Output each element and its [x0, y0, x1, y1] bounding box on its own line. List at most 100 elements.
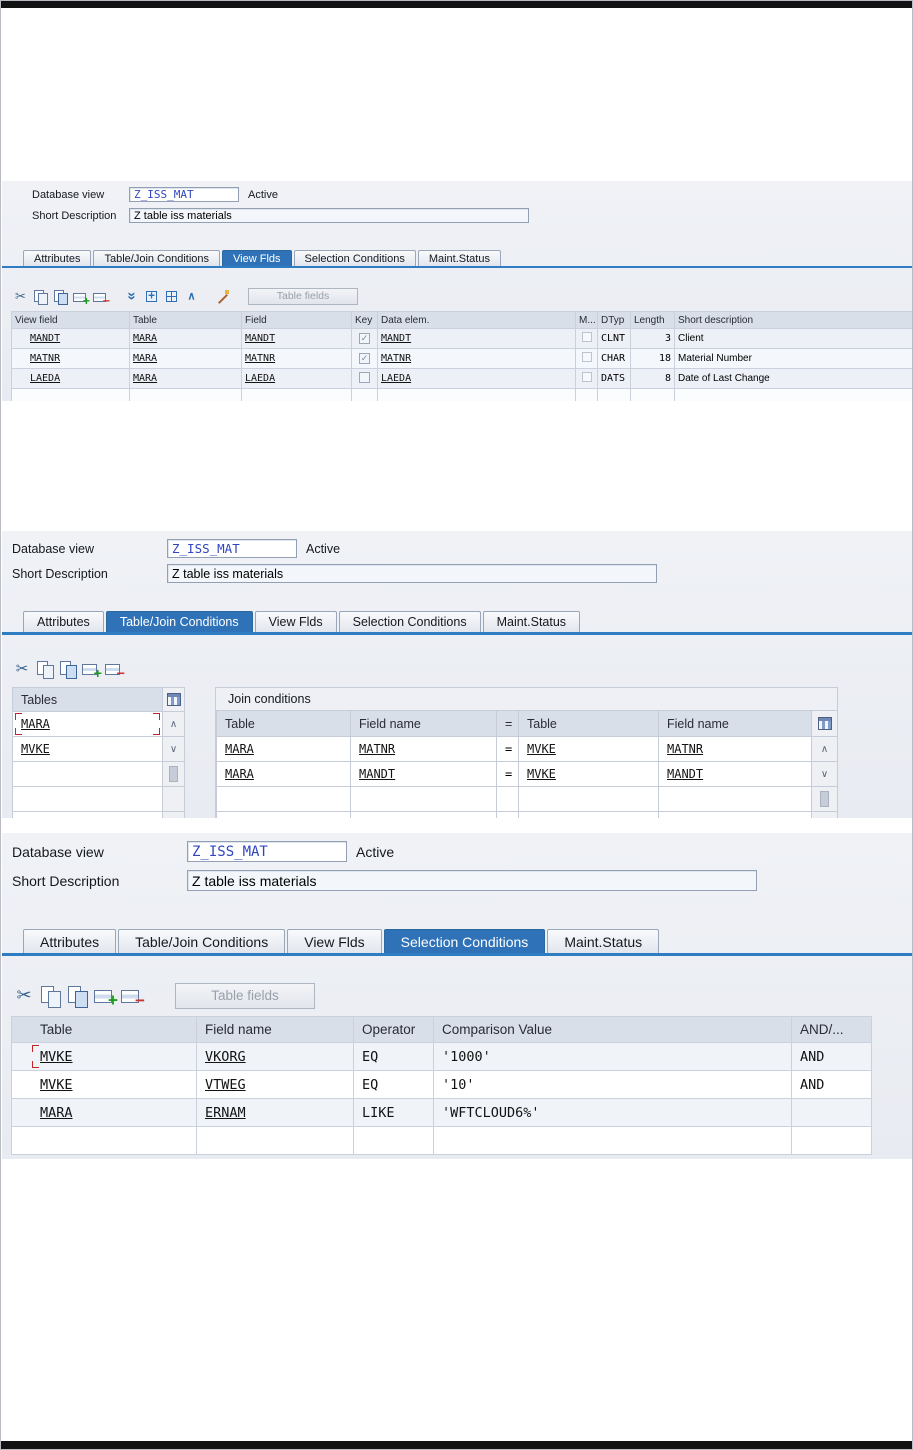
insert-row-icon[interactable]	[72, 289, 90, 308]
empty-join-cell[interactable]	[519, 812, 659, 818]
table-link[interactable]: MVKE	[527, 742, 556, 756]
table-link[interactable]: MVKE	[527, 767, 556, 781]
scrollbar-thumb[interactable]	[163, 762, 185, 787]
table-row[interactable]: LAEDA MARA LAEDA LAEDA DATS 8 Date of La…	[11, 368, 912, 389]
empty-table-row[interactable]	[11, 388, 912, 401]
comparison-value-cell[interactable]: 'WFTCLOUD6%'	[442, 1105, 540, 1121]
short-description-input[interactable]: Z table iss materials	[167, 564, 657, 583]
cut-icon[interactable]	[12, 660, 32, 679]
table-row[interactable]: MARA ERNAM LIKE 'WFTCLOUD6%'	[11, 1098, 872, 1127]
field-link[interactable]: MATNR	[359, 742, 395, 756]
database-view-input[interactable]: Z_ISS_MAT	[187, 841, 347, 862]
tab-attributes[interactable]: Attributes	[23, 250, 92, 266]
field-link[interactable]: MANDT	[245, 333, 275, 344]
table-fields-button[interactable]: Table fields	[175, 983, 315, 1009]
copy-icon[interactable]	[32, 289, 49, 306]
table-link[interactable]: MARA	[21, 717, 50, 731]
tab-view-flds[interactable]: View Flds	[222, 250, 292, 266]
tab-maint-status[interactable]: Maint.Status	[417, 250, 501, 266]
field-link[interactable]: VKORG	[205, 1049, 246, 1065]
table-layout-icon[interactable]	[163, 688, 185, 712]
scrollbar-thumb[interactable]	[812, 787, 838, 812]
key-checkbox[interactable]: ✓	[359, 353, 370, 364]
empty-join-cell[interactable]	[351, 812, 497, 818]
field-link[interactable]: MATNR	[667, 742, 703, 756]
empty-join-cell[interactable]	[217, 787, 351, 812]
tab-selection-conditions[interactable]: Selection Conditions	[383, 929, 546, 953]
paste-icon[interactable]	[66, 985, 90, 1008]
operator-cell[interactable]: EQ	[362, 1077, 378, 1093]
short-description-input[interactable]: Z table iss materials	[129, 208, 529, 223]
field-link[interactable]: MANDT	[667, 767, 703, 781]
tab-attributes[interactable]: Attributes	[23, 611, 104, 632]
key-checkbox[interactable]: ✓	[359, 333, 370, 344]
insert-row-icon[interactable]	[93, 985, 118, 1011]
move-up-icon[interactable]	[183, 289, 200, 305]
database-view-input[interactable]: Z_ISS_MAT	[129, 187, 239, 202]
field-link[interactable]: MANDT	[359, 767, 395, 781]
database-view-input[interactable]: Z_ISS_MAT	[167, 539, 297, 558]
data-elem-link[interactable]: LAEDA	[381, 373, 411, 384]
tab-view-flds[interactable]: View Flds	[254, 611, 337, 632]
and-or-cell[interactable]: AND	[800, 1077, 824, 1093]
scrollbar-track[interactable]	[163, 812, 185, 818]
view-field-link[interactable]: LAEDA	[30, 373, 60, 384]
join-cell[interactable]: MVKE	[519, 762, 659, 787]
join-cell[interactable]: MVKE	[519, 737, 659, 762]
scroll-up-button[interactable]: ∧	[812, 737, 838, 762]
scrollbar-track[interactable]	[812, 812, 838, 818]
paste-icon[interactable]	[58, 660, 78, 679]
empty-join-cell[interactable]	[217, 812, 351, 818]
tab-table-join-conditions[interactable]: Table/Join Conditions	[93, 250, 221, 266]
insert-row-icon[interactable]	[81, 660, 102, 682]
field-link[interactable]: VTWEG	[205, 1077, 246, 1093]
scroll-down-button[interactable]: ∨	[163, 737, 185, 762]
tab-attributes[interactable]: Attributes	[23, 929, 117, 953]
tab-maint-status[interactable]: Maint.Status	[482, 611, 581, 632]
comparison-value-cell[interactable]: '1000'	[442, 1049, 491, 1065]
scroll-down-button[interactable]: ∨	[812, 762, 838, 787]
table-link[interactable]: MARA	[133, 373, 157, 384]
paste-icon[interactable]	[52, 289, 69, 306]
table-link[interactable]: MVKE	[21, 742, 50, 756]
table-fields-button[interactable]: Table fields	[248, 288, 358, 305]
table-row[interactable]: MVKE VKORG EQ '1000' AND	[11, 1042, 872, 1071]
operator-cell[interactable]: LIKE	[362, 1105, 395, 1121]
empty-join-cell[interactable]	[659, 787, 812, 812]
join-cell[interactable]: MANDT	[659, 762, 812, 787]
mod-checkbox[interactable]	[581, 332, 592, 342]
empty-table-row[interactable]	[11, 1126, 872, 1155]
empty-tables-row[interactable]	[13, 762, 163, 787]
empty-join-cell[interactable]	[519, 787, 659, 812]
scroll-up-button[interactable]: ∧	[163, 712, 185, 737]
filter-icon[interactable]	[123, 289, 140, 305]
join-cell[interactable]: MARA	[217, 737, 351, 762]
field-link[interactable]: ERNAM	[205, 1105, 246, 1121]
join-cell[interactable]: MANDT	[351, 762, 497, 787]
delete-row-icon[interactable]	[120, 985, 145, 1011]
tab-maint-status[interactable]: Maint.Status	[547, 929, 660, 953]
empty-tables-row[interactable]	[13, 787, 163, 812]
operator-cell[interactable]: EQ	[362, 1049, 378, 1065]
tab-selection-conditions[interactable]: Selection Conditions	[338, 611, 481, 632]
delete-row-icon[interactable]	[104, 660, 125, 682]
join-cell[interactable]: MARA	[217, 762, 351, 787]
view-field-link[interactable]: MANDT	[30, 333, 60, 344]
short-description-input[interactable]: Z table iss materials	[187, 870, 757, 891]
tab-view-flds[interactable]: View Flds	[287, 929, 382, 953]
copy-icon[interactable]	[39, 985, 63, 1008]
empty-tables-row[interactable]	[13, 812, 163, 818]
cut-icon[interactable]	[12, 289, 29, 305]
field-link[interactable]: LAEDA	[245, 373, 275, 384]
mod-checkbox[interactable]	[581, 352, 592, 362]
table-layout-icon[interactable]	[812, 711, 838, 737]
delete-row-icon[interactable]	[92, 289, 110, 308]
cut-icon[interactable]	[12, 985, 36, 1008]
view-field-link[interactable]: MATNR	[30, 353, 60, 364]
expand-icon[interactable]	[143, 289, 160, 305]
tables-row[interactable]: MVKE	[13, 737, 163, 762]
comparison-value-cell[interactable]: '10'	[442, 1077, 475, 1093]
wand-icon[interactable]	[214, 289, 231, 305]
table-link[interactable]: MARA	[225, 767, 254, 781]
block-select-icon[interactable]	[163, 289, 180, 305]
